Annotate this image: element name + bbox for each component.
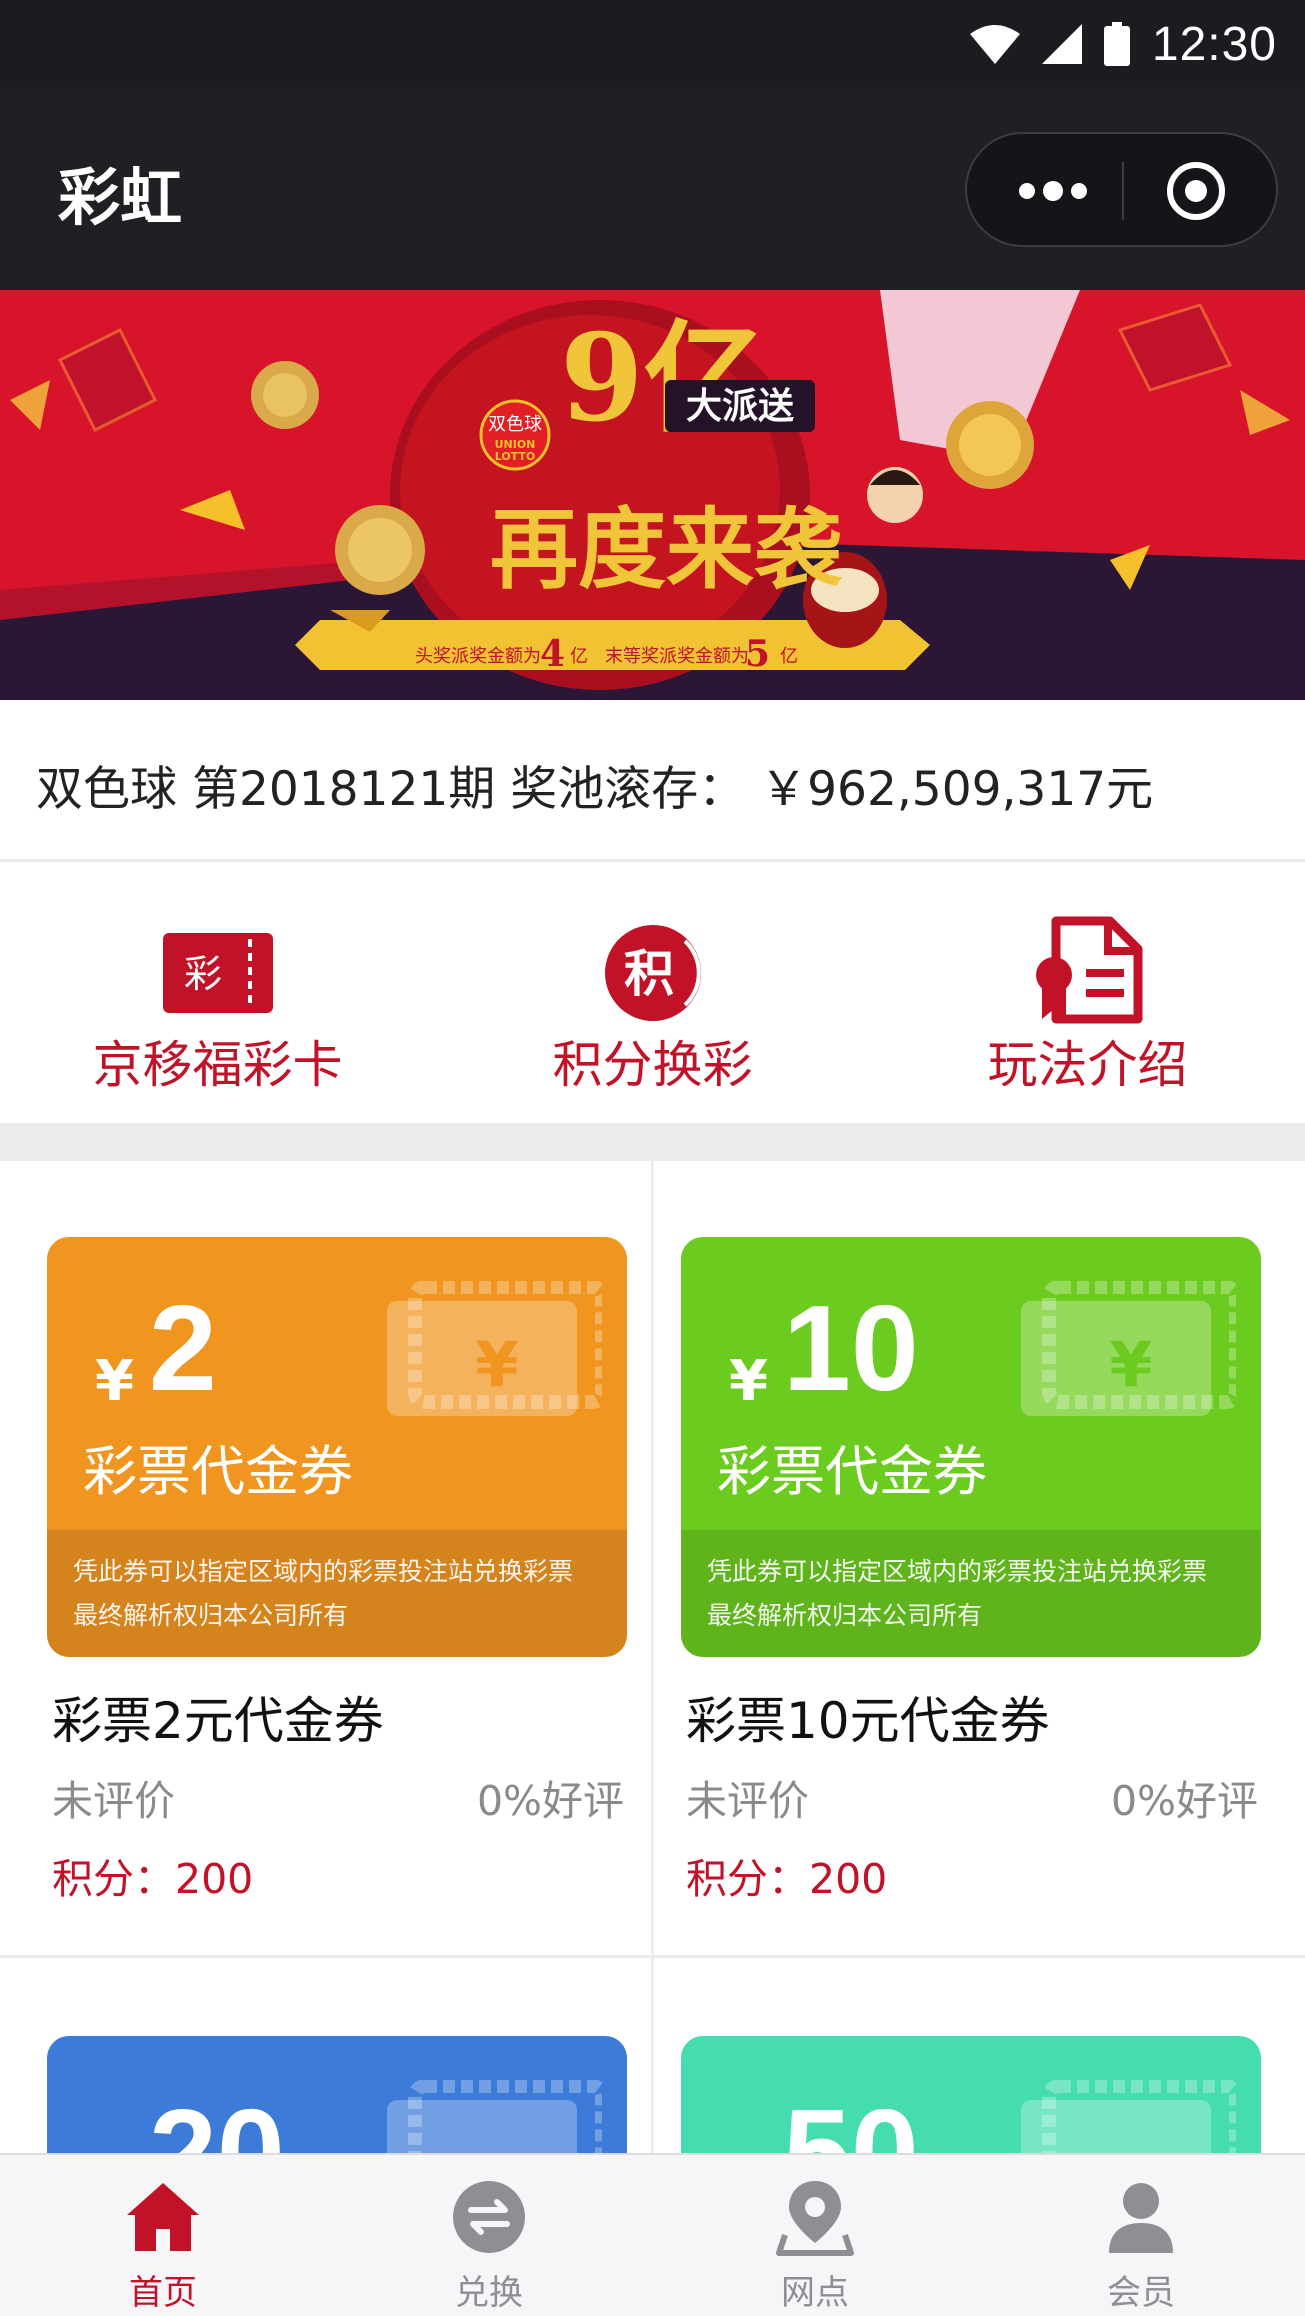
tab-label: 兑换 [455, 2273, 523, 2313]
product-card[interactable]: ¥ ¥ 10 彩票代金券 凭此券可以指定区域内的彩票投注站兑换彩票 最终解析权归… [634, 1161, 1286, 1955]
jackpot-text: 双色球 第2018121期 奖池滚存： ￥962,509,317元 [36, 762, 1154, 817]
lotto-logo-lotto: LOTTO [495, 450, 536, 463]
tab-label: 会员 [1107, 2273, 1175, 2313]
signal-icon [1041, 24, 1082, 64]
product-points: 积分：200 [52, 1855, 254, 1903]
coupon-note-line: 最终解析权归本公司所有 [707, 1601, 983, 1630]
coupon-currency: ¥ [729, 1349, 768, 1414]
tab-bar: 首页 兑换 网点 会员 [0, 2153, 1305, 2316]
rules-document-icon [1035, 916, 1142, 1024]
tab-label: 首页 [129, 2273, 197, 2313]
banner-subtitle: 再度来袭 [490, 497, 843, 601]
close-target-icon[interactable] [1165, 160, 1227, 222]
tab-exchange[interactable]: 兑换 [326, 2155, 652, 2316]
miniprogram-capsule [965, 132, 1278, 247]
capsule-divider [1122, 162, 1124, 220]
promo-banner[interactable]: 双色球 UNION LOTTO 9亿 大派送 再度来袭 头奖派奖金额为 4 亿 … [0, 290, 1305, 700]
more-icon[interactable] [1013, 162, 1093, 220]
coupon-name: 彩票代金券 [717, 1440, 987, 1503]
app-page: 12:30 彩虹 双色球 UNION LOTTO 9亿 大派送 再度来袭 头奖派… [0, 0, 1305, 2316]
wifi-icon [969, 25, 1020, 64]
ribbon-unit-2: 亿 [780, 646, 798, 667]
quick-entry-lottery-card[interactable]: 彩 京移福彩卡 [0, 865, 435, 1123]
tab-home[interactable]: 首页 [0, 2155, 326, 2316]
coupon-bottom: 凭此券可以指定区域内的彩票投注站兑换彩票 最终解析权归本公司所有 [47, 1530, 627, 1657]
tab-outlets[interactable]: 网点 [652, 2155, 978, 2316]
section-divider [0, 1123, 1305, 1161]
quick-entry-label: 玩法介绍 [987, 1036, 1188, 1094]
coupon-name: 彩票代金券 [83, 1440, 353, 1503]
coupon-top: ¥ ¥ 10 彩票代金券 [681, 1237, 1261, 1530]
page-title: 彩虹 [58, 161, 183, 234]
coupon-note: 凭此券可以指定区域内的彩票投注站兑换彩票 最终解析权归本公司所有 [707, 1550, 1207, 1638]
home-icon [127, 2183, 199, 2251]
product-title: 彩票10元代金券 [686, 1692, 1050, 1750]
battery-icon [1103, 22, 1130, 66]
status-time: 12:30 [1151, 17, 1277, 71]
svg-text:¥: ¥ [1109, 1328, 1152, 1401]
svg-text:¥: ¥ [475, 1328, 518, 1401]
coupon-note: 凭此券可以指定区域内的彩票投注站兑换彩票 最终解析权归本公司所有 [73, 1550, 573, 1638]
quick-entries: 彩 京移福彩卡 积 积分换彩 玩法介绍 [0, 865, 1305, 1123]
location-icon [776, 2181, 854, 2256]
ribbon-unit-1: 亿 [570, 646, 588, 667]
coupon-note-line: 凭此券可以指定区域内的彩票投注站兑换彩票 [73, 1557, 574, 1586]
lottery-card-icon: 彩 [162, 933, 273, 1013]
banner-badge: 大派送 [686, 386, 794, 427]
status-bar: 12:30 [0, 0, 1305, 87]
positive-rate: 0%好评 [476, 1777, 624, 1825]
lottery-card-char: 彩 [183, 952, 221, 996]
quick-entry-points-exchange[interactable]: 积 积分换彩 [435, 865, 870, 1123]
ribbon-left-text: 头奖派奖金额为 [415, 646, 541, 667]
grid-divider-horizontal [0, 1955, 1305, 1958]
coupon-amount: 10 [783, 1280, 919, 1416]
coupon-image: ¥ ¥ 10 彩票代金券 凭此券可以指定区域内的彩票投注站兑换彩票 最终解析权归… [681, 1237, 1261, 1657]
ribbon-left-num: 4 [540, 633, 565, 675]
positive-rate: 0%好评 [1110, 1777, 1258, 1825]
points-char: 积 [624, 945, 674, 1003]
ticket-watermark-icon: ¥ [1021, 1281, 1236, 1416]
quick-entry-rules[interactable]: 玩法介绍 [870, 865, 1305, 1123]
jackpot-info: 双色球 第2018121期 奖池滚存： ￥962,509,317元 [0, 700, 1305, 862]
banner-artwork: 双色球 UNION LOTTO 9亿 大派送 再度来袭 头奖派奖金额为 4 亿 … [0, 290, 1305, 700]
review-status: 未评价 [52, 1777, 175, 1825]
ribbon-right-num: 5 [745, 633, 770, 675]
coupon-currency: ¥ [95, 1349, 134, 1414]
quick-entry-label: 京移福彩卡 [92, 1036, 343, 1094]
coupon-bottom: 凭此券可以指定区域内的彩票投注站兑换彩票 最终解析权归本公司所有 [681, 1530, 1261, 1657]
product-points: 积分：200 [686, 1855, 888, 1903]
coupon-top: ¥ ¥ 2 彩票代金券 [47, 1237, 627, 1530]
lotto-logo-text: 双色球 [488, 414, 542, 435]
coupon-note-line: 最终解析权归本公司所有 [73, 1601, 349, 1630]
review-status: 未评价 [686, 1777, 809, 1825]
coupon-image: ¥ ¥ 2 彩票代金券 凭此券可以指定区域内的彩票投注站兑换彩票 最终解析权归本… [47, 1237, 627, 1657]
tab-member[interactable]: 会员 [978, 2155, 1304, 2316]
tab-label: 网点 [781, 2273, 849, 2313]
points-exchange-icon: 积 [604, 925, 701, 1021]
nav-bar: 彩虹 [0, 87, 1305, 290]
product-card[interactable]: ¥ ¥ 2 彩票代金券 凭此券可以指定区域内的彩票投注站兑换彩票 最终解析权归本… [0, 1161, 652, 1955]
user-icon [1109, 2183, 1173, 2253]
coupon-note-line: 凭此券可以指定区域内的彩票投注站兑换彩票 [707, 1557, 1208, 1586]
product-grid: ¥ ¥ 2 彩票代金券 凭此券可以指定区域内的彩票投注站兑换彩票 最终解析权归本… [0, 1161, 1305, 2316]
product-title: 彩票2元代金券 [52, 1692, 384, 1750]
coupon-amount: 2 [149, 1280, 217, 1416]
exchange-icon [453, 2181, 525, 2253]
ribbon-right-text: 末等奖派奖金额为 [605, 646, 749, 667]
quick-entry-label: 积分换彩 [552, 1036, 753, 1094]
ticket-watermark-icon: ¥ [387, 1281, 602, 1416]
